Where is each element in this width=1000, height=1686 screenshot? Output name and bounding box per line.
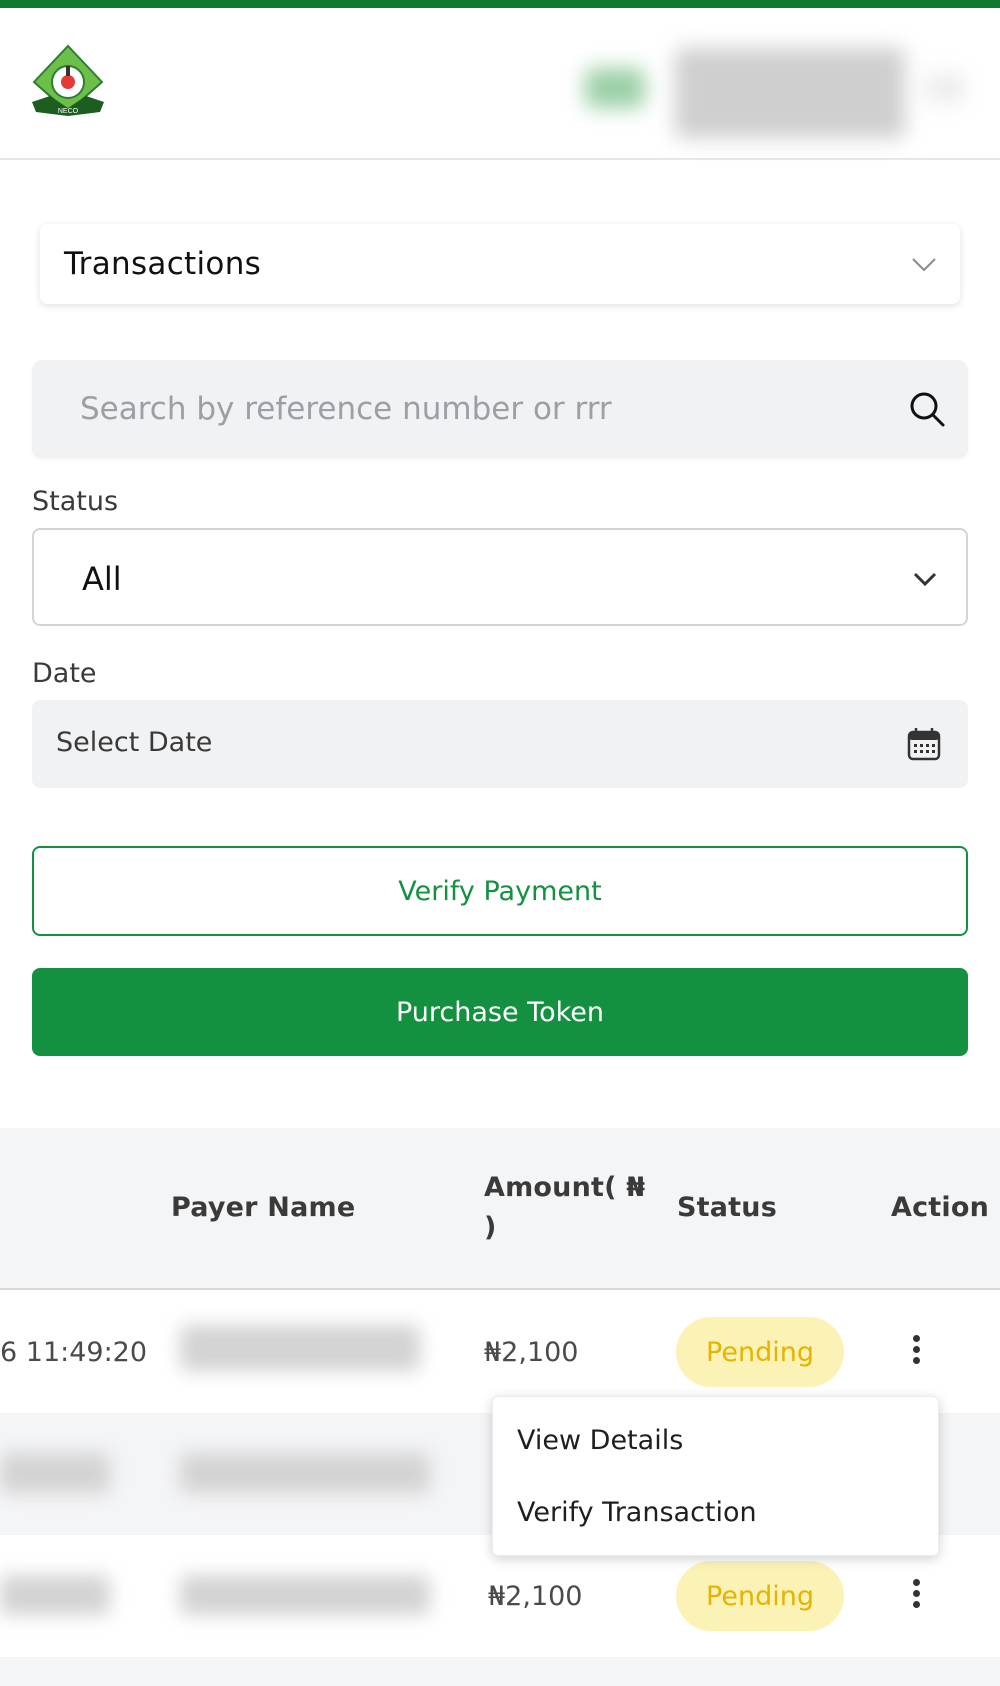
status-label: Status — [32, 486, 119, 517]
status-badge: Pending — [676, 1317, 844, 1387]
search-input[interactable] — [32, 360, 892, 458]
column-header-status[interactable]: Status — [677, 1192, 777, 1223]
table-row[interactable] — [0, 1657, 1000, 1686]
menu-item-view-details[interactable]: View Details — [517, 1425, 683, 1456]
purchase-token-button[interactable]: Purchase Token — [32, 968, 968, 1056]
payer-name-blurred — [180, 1325, 420, 1371]
chevron-down-icon — [913, 572, 937, 587]
date-picker-value: Select Date — [56, 727, 213, 758]
user-profile-blurred[interactable] — [565, 38, 985, 150]
date-blurred — [0, 1453, 110, 1493]
table-row[interactable]: 6 11:49:20 ₦2,100 Pending — [0, 1291, 1000, 1413]
section-dropdown-label: Transactions — [64, 246, 262, 282]
column-header-amount-suffix: ) — [484, 1212, 497, 1243]
search-icon[interactable] — [908, 390, 946, 428]
chevron-down-icon — [912, 258, 936, 272]
logo-text: NECO — [58, 108, 79, 115]
date-picker-field[interactable]: Select Date — [32, 700, 968, 788]
neco-logo[interactable]: NECO — [26, 42, 110, 122]
column-header-action: Action — [891, 1192, 990, 1223]
section-dropdown[interactable]: Transactions — [40, 224, 960, 304]
more-options-icon[interactable] — [904, 1331, 928, 1371]
verify-payment-button[interactable]: Verify Payment — [32, 846, 968, 936]
date-blurred — [0, 1575, 110, 1615]
calendar-icon[interactable] — [906, 726, 942, 762]
top-accent-bar — [0, 0, 1000, 8]
column-header-amount[interactable]: Amount( ₦ — [484, 1172, 645, 1203]
search-bar — [32, 360, 968, 458]
more-options-icon[interactable] — [904, 1575, 928, 1615]
row-action-menu: View Details Verify Transaction — [492, 1396, 939, 1556]
date-label: Date — [32, 658, 97, 689]
menu-item-verify-transaction[interactable]: Verify Transaction — [517, 1497, 757, 1528]
payer-name-blurred — [180, 1453, 430, 1493]
column-header-payer-name[interactable]: Payer Name — [171, 1192, 355, 1223]
table-header: Payer Name Amount( ₦ ) Status Action — [0, 1128, 1000, 1290]
app-header: NECO — [0, 8, 1000, 160]
status-select[interactable]: All — [32, 528, 968, 626]
row-date: 6 11:49:20 — [0, 1337, 148, 1368]
row-amount: ₦2,100 — [484, 1337, 579, 1368]
status-badge: Pending — [676, 1561, 844, 1631]
payer-name-blurred — [180, 1575, 430, 1615]
status-select-value: All — [82, 560, 122, 598]
row-amount: ₦2,100 — [488, 1581, 583, 1612]
